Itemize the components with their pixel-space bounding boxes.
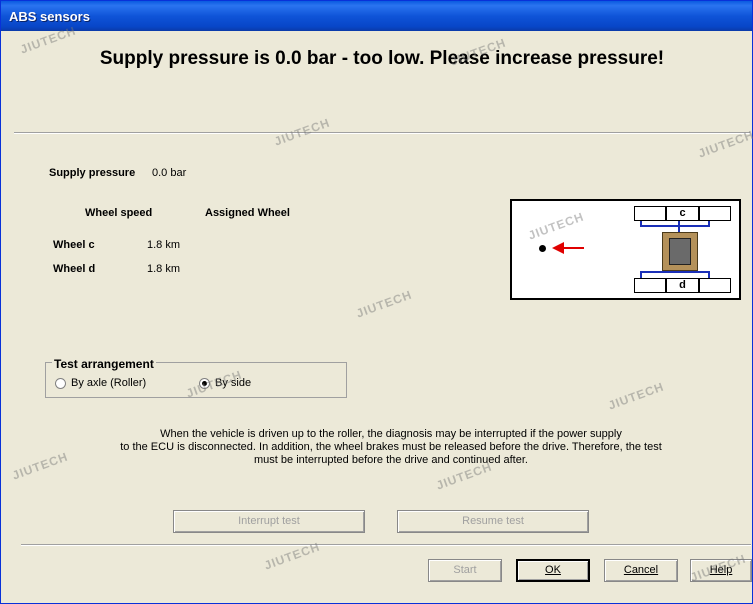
- start-label: Start: [453, 564, 477, 576]
- sensor-dot-icon: [539, 245, 546, 252]
- wheel-box-c: c: [666, 206, 699, 221]
- wheel-box-top-left: [634, 206, 666, 221]
- ok-button[interactable]: OK: [516, 559, 590, 582]
- rear-axle: [640, 271, 710, 273]
- test-arrangement-title: Test arrangement: [52, 357, 156, 371]
- info-line-1: When the vehicle is driven up to the rol…: [160, 428, 622, 440]
- rear-axle-right: [708, 271, 710, 278]
- supply-pressure-value: 0.0 bar: [152, 167, 187, 179]
- wheel-d-speed: 1.8 km: [147, 263, 181, 275]
- resume-test-label: Resume test: [462, 515, 524, 527]
- info-line-2: to the ECU is disconnected. In addition,…: [120, 441, 662, 453]
- wheel-c-label: Wheel c: [53, 239, 95, 251]
- interrupt-test-label: Interrupt test: [238, 515, 300, 527]
- wheel-c-speed: 1.8 km: [147, 239, 181, 251]
- interrupt-test-button[interactable]: Interrupt test: [173, 510, 365, 533]
- watermark: JIUTECH: [10, 449, 70, 483]
- info-text: When the vehicle is driven up to the rol…: [101, 428, 681, 467]
- vehicle-diagram: c d: [510, 199, 741, 300]
- wheel-box-top-right: [699, 206, 731, 221]
- assigned-wheel-header: Assigned Wheel: [205, 207, 290, 219]
- rear-axle-left: [640, 271, 642, 278]
- wheel-d-label: Wheel d: [53, 263, 96, 275]
- radio-by-axle-label[interactable]: By axle (Roller): [71, 377, 146, 389]
- info-line-3: must be interrupted before the drive and…: [254, 454, 528, 466]
- radio-by-axle[interactable]: [55, 378, 66, 389]
- cancel-label: Cancel: [623, 564, 659, 576]
- cancel-button[interactable]: Cancel: [604, 559, 678, 582]
- front-axle: [640, 225, 710, 227]
- start-button[interactable]: Start: [428, 559, 502, 582]
- wheel-box-bottom-left: [634, 278, 666, 293]
- watermark: JIUTECH: [606, 379, 666, 413]
- supply-pressure-label: Supply pressure: [49, 167, 136, 179]
- abs-sensors-window: ABS sensors Supply pressure is 0.0 bar -…: [0, 0, 753, 604]
- ok-label: OK: [545, 564, 561, 576]
- footer-separator: [21, 544, 751, 546]
- wheel-box-bottom-right: [699, 278, 731, 293]
- wheel-box-d: d: [666, 278, 699, 293]
- red-arrow-icon: [552, 242, 584, 254]
- wheel-speed-header: Wheel speed: [85, 207, 153, 219]
- front-axle-right: [708, 221, 710, 227]
- ecu-chassis-icon: [662, 232, 698, 271]
- pressure-warning-message: Supply pressure is 0.0 bar - too low. Pl…: [99, 48, 665, 69]
- status-banner: Supply pressure is 0.0 bar - too low. Pl…: [14, 31, 750, 133]
- resume-test-button[interactable]: Resume test: [397, 510, 589, 533]
- window-title: ABS sensors: [9, 9, 90, 24]
- front-axle-left: [640, 221, 642, 227]
- title-bar[interactable]: ABS sensors: [1, 1, 752, 31]
- watermark: JIUTECH: [354, 287, 414, 321]
